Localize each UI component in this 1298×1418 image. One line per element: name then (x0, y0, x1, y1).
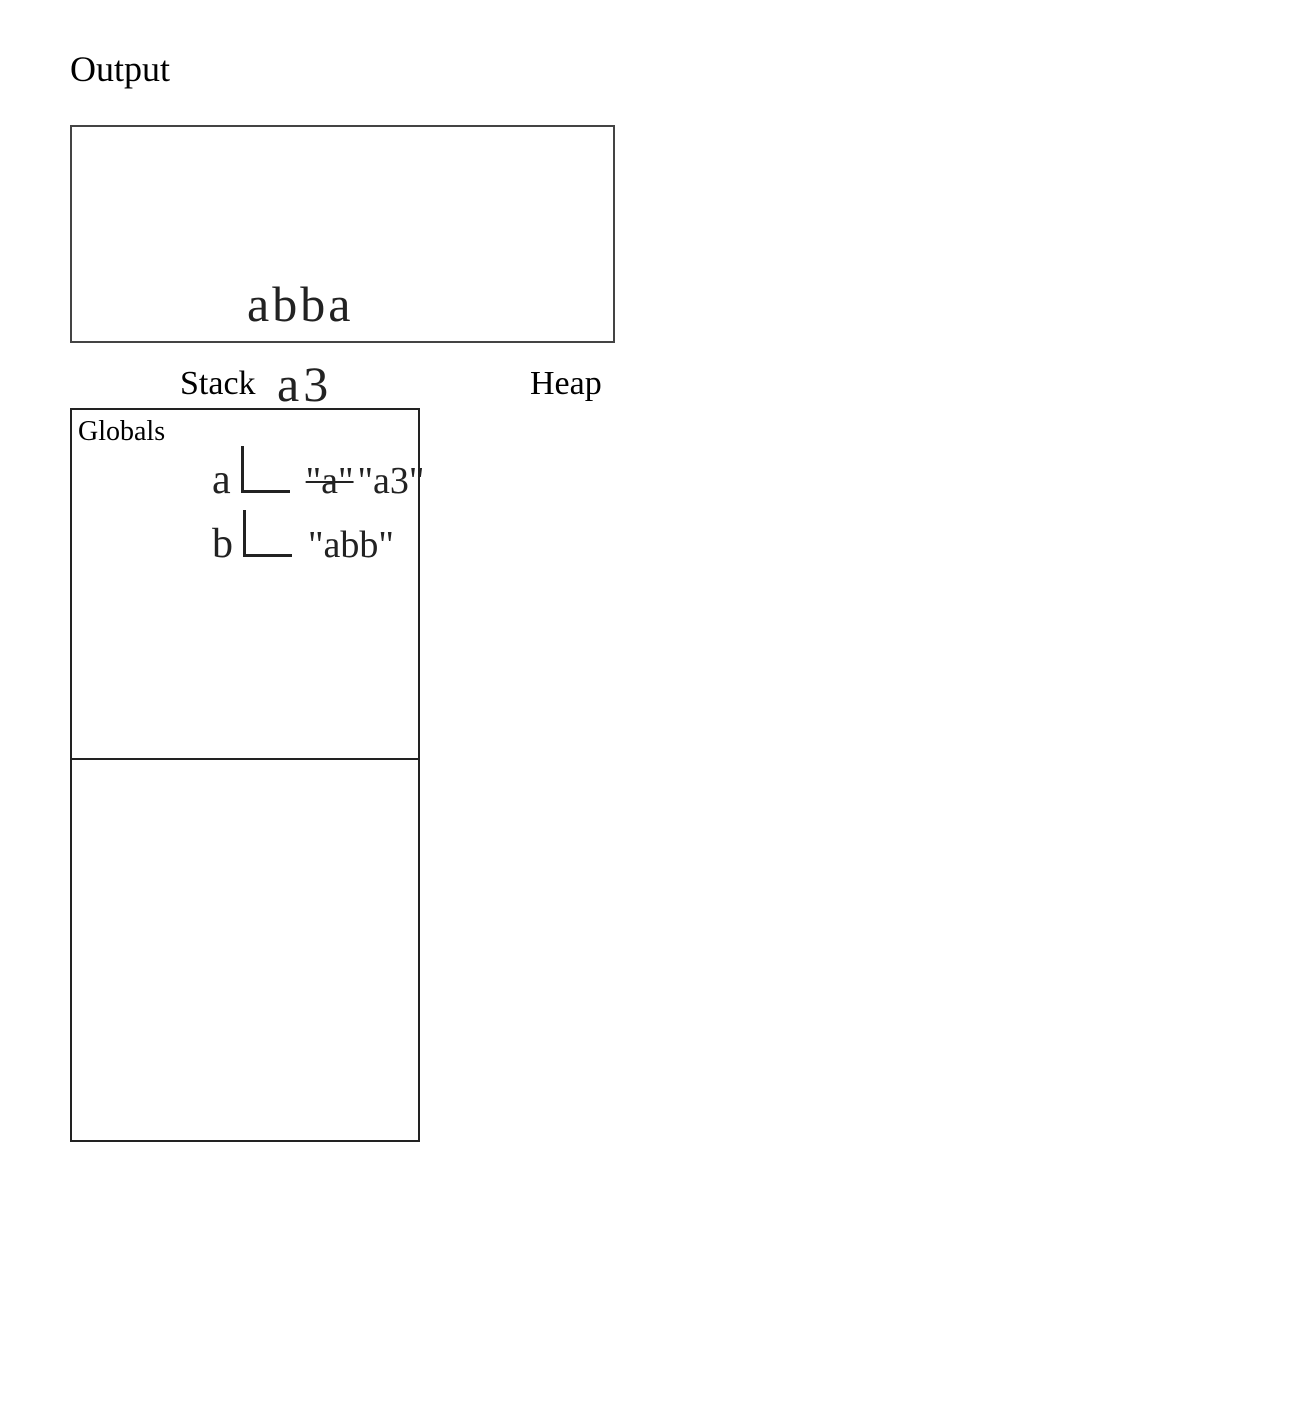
variable-a-values: "a" "a3" (306, 459, 425, 503)
variable-b-row: b "abb" (212, 510, 394, 568)
variable-a-old-value: "a" (306, 459, 354, 503)
stack-box: Globals a "a" "a3" b "abb" (70, 408, 420, 1142)
output-section-title: Output (70, 48, 170, 90)
variable-a-row: a "a" "a3" (212, 446, 424, 504)
variable-a-new-value: "a3" (358, 459, 425, 503)
output-line-1: abba (247, 275, 353, 333)
variable-b-name: b (212, 520, 233, 568)
variable-a-name: a (212, 456, 231, 504)
page: Output abba a3 Stack Heap Globals a "a" … (0, 0, 1298, 1418)
output-box: abba a3 (70, 125, 615, 343)
variable-b-box-icon (243, 510, 292, 557)
stack-frame-empty (72, 760, 418, 1140)
stack-frame-globals: Globals a "a" "a3" b "abb" (72, 410, 418, 760)
output-line-2: a3 (277, 355, 332, 413)
stack-column-label: Stack (180, 365, 256, 403)
variable-b-value: "abb" (308, 523, 394, 567)
globals-frame-label: Globals (78, 416, 165, 448)
heap-column-label: Heap (530, 365, 602, 403)
variable-a-box-icon (241, 446, 290, 493)
